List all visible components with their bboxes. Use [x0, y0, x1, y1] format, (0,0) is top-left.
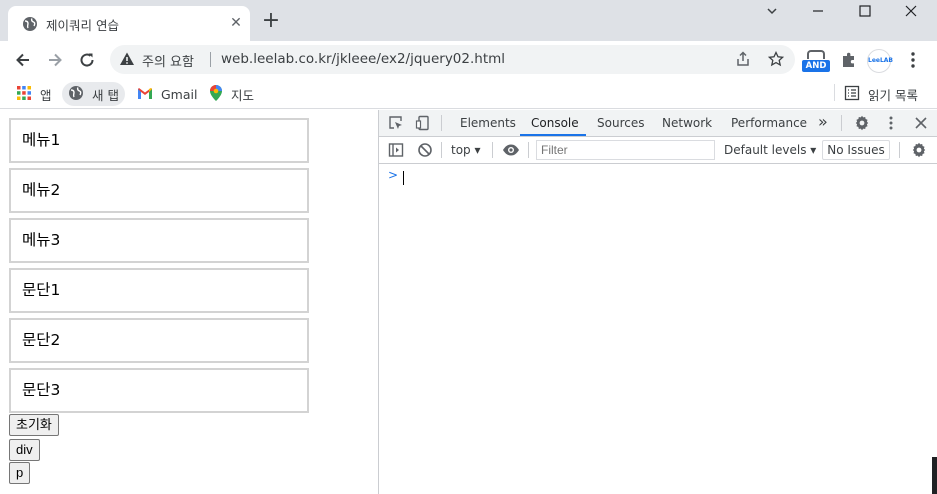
page-viewport: 메뉴1 메뉴2 메뉴3 문단1 문단2 문단3 초기화 div p [0, 110, 378, 494]
bookmark-label: 새 탭 [92, 87, 119, 103]
new-tab-button[interactable]: + [261, 10, 281, 32]
browser-tab[interactable]: 제이쿼리 연습 ✕ [8, 6, 250, 41]
bookmarks-divider [834, 84, 835, 101]
bookmark-apps[interactable]: 앱 [10, 82, 58, 106]
window-edge [932, 457, 937, 494]
maps-pin-icon [209, 84, 223, 105]
tab-performance[interactable]: Performance [731, 116, 807, 130]
reading-list-button[interactable]: 읽기 목록 [838, 82, 924, 106]
globe-icon [22, 16, 38, 32]
device-toolbar-icon[interactable] [415, 115, 431, 131]
browser-menu-icon[interactable] [905, 51, 921, 69]
bookmark-label: 지도 [231, 87, 255, 103]
tab-title: 제이쿼리 연습 [46, 18, 119, 33]
live-expression-eye-icon[interactable] [502, 142, 519, 158]
and-extension-shape [807, 50, 825, 59]
devtools-menu-icon[interactable] [883, 115, 899, 131]
sidebar-toggle-icon[interactable] [388, 142, 404, 158]
tab-elements[interactable]: Elements [460, 116, 516, 130]
bookmark-gmail[interactable]: Gmail [131, 82, 203, 106]
reading-list-icon [844, 85, 860, 104]
tab-search-icon[interactable] [757, 4, 787, 24]
devtools-divider [899, 142, 900, 158]
extensions-puzzle-icon[interactable] [840, 51, 858, 69]
context-label: top [451, 143, 471, 157]
context-selector[interactable]: top ▾ [451, 143, 481, 157]
bookmarks-bar: 앱 새 탭 Gmail 지도 읽기 목록 [0, 78, 937, 109]
inspect-element-icon[interactable] [388, 115, 404, 131]
tab-close-icon[interactable]: ✕ [228, 15, 244, 31]
and-extension-label: AND [802, 60, 830, 72]
tab-network[interactable]: Network [662, 116, 712, 130]
tab-strip: 제이쿼리 연습 ✕ + [0, 0, 937, 41]
console-input-caret[interactable] [403, 171, 404, 185]
bookmark-star-icon[interactable] [767, 50, 785, 67]
address-bar[interactable]: 주의 요함 web.leelab.co.kr/jkleee/ex2/jquery… [110, 45, 795, 74]
div-button[interactable]: div [9, 439, 40, 461]
console-toolbar: top ▾ Default levels ▾ No Issues [379, 137, 937, 164]
levels-label: Default levels [724, 143, 807, 157]
apps-grid-icon [16, 85, 32, 104]
gmail-icon [137, 87, 153, 102]
share-icon[interactable] [735, 51, 751, 67]
back-icon[interactable] [10, 47, 36, 73]
console-output[interactable]: > [379, 164, 937, 494]
reading-list-label: 읽기 목록 [868, 87, 918, 103]
devtools-divider [441, 115, 442, 131]
issues-button[interactable]: No Issues [822, 140, 890, 160]
security-warning[interactable]: 주의 요함 [142, 51, 194, 70]
devtools-tab-bar: Elements Console Sources Network Perform… [379, 110, 937, 137]
devtools-divider [528, 142, 529, 158]
tab-sources[interactable]: Sources [597, 116, 644, 130]
browser-toolbar: 주의 요함 web.leelab.co.kr/jkleee/ex2/jquery… [0, 41, 937, 78]
menu-box-3: 메뉴3 [9, 218, 309, 263]
omnibox-divider [210, 52, 211, 67]
menu-box-1: 메뉴1 [9, 118, 309, 163]
forward-icon[interactable] [42, 47, 68, 73]
bookmark-new-tab[interactable]: 새 탭 [62, 82, 125, 106]
close-window-icon[interactable] [896, 4, 926, 24]
log-levels-dropdown[interactable]: Default levels ▾ [724, 143, 816, 157]
url-text[interactable]: web.leelab.co.kr/jkleee/ex2/jquery02.htm… [221, 51, 505, 67]
more-tabs-icon[interactable]: » [818, 112, 828, 131]
devtools-divider [441, 142, 442, 158]
reset-button[interactable]: 초기화 [9, 414, 59, 436]
menu-box-2: 메뉴2 [9, 168, 309, 213]
console-filter-input[interactable] [536, 140, 715, 160]
clear-console-icon[interactable] [417, 142, 433, 158]
paragraph-box-1: 문단1 [9, 268, 309, 313]
bookmark-label: Gmail [161, 86, 198, 102]
devtools-divider [841, 115, 842, 131]
close-devtools-icon[interactable] [913, 115, 929, 131]
active-tab-indicator [520, 134, 586, 136]
console-settings-gear-icon[interactable] [911, 142, 927, 158]
paragraph-box-3: 문단3 [9, 368, 309, 413]
paragraph-box-2: 문단2 [9, 318, 309, 363]
p-button[interactable]: p [9, 462, 31, 484]
devtools-panel: Elements Console Sources Network Perform… [378, 110, 937, 494]
warning-icon[interactable] [119, 51, 135, 67]
bookmark-maps[interactable]: 지도 [203, 82, 260, 106]
leelab-profile-icon[interactable]: LeeLAB [867, 49, 893, 73]
console-prompt-icon: > [388, 168, 399, 182]
tab-console[interactable]: Console [531, 116, 579, 130]
reload-icon[interactable] [74, 47, 100, 73]
minimize-icon[interactable] [803, 4, 833, 24]
settings-gear-icon[interactable] [854, 115, 870, 131]
globe-icon [68, 85, 84, 104]
devtools-divider [492, 142, 493, 158]
and-extension-icon[interactable]: AND [802, 48, 830, 72]
bookmark-label: 앱 [40, 87, 52, 103]
maximize-icon[interactable] [850, 4, 880, 24]
